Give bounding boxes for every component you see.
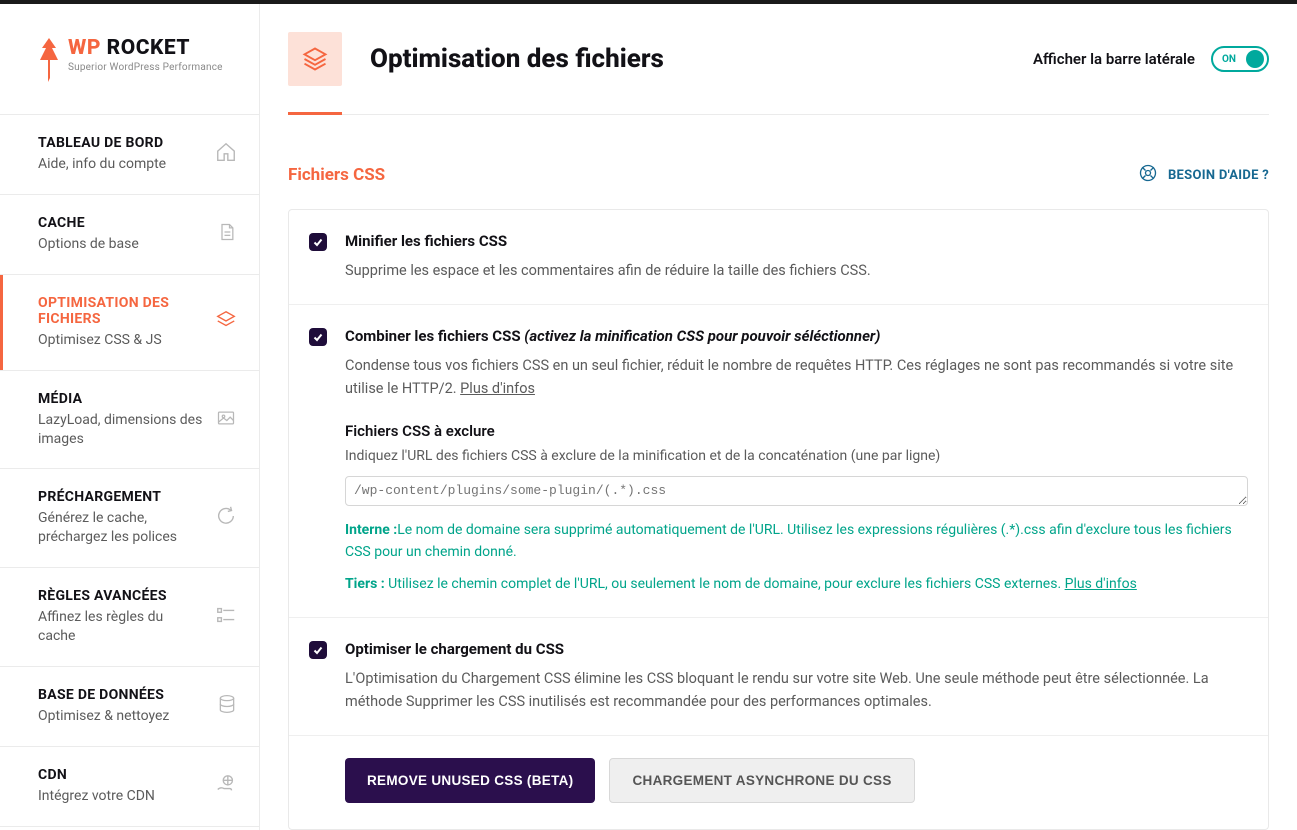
option-title: Minifier les fichiers CSS bbox=[345, 232, 1248, 250]
option-optimize-load-css: Optimiser le chargement du CSS L'Optimis… bbox=[289, 618, 1268, 736]
sidebar-item-title: CDN bbox=[38, 767, 203, 783]
sidebar-item-bdd[interactable]: BASE DE DONNÉES Optimisez & nettoyez bbox=[0, 666, 259, 746]
checkbox-optimize[interactable] bbox=[309, 641, 327, 659]
sidebar-item-title: OPTIMISATION DES FICHIERS bbox=[38, 295, 203, 327]
hint-tiers-label: Tiers : bbox=[345, 576, 388, 592]
layers-icon bbox=[215, 309, 237, 335]
home-icon bbox=[215, 141, 237, 167]
exclude-desc: Indiquez l'URL des fichiers CSS à exclur… bbox=[345, 448, 1248, 464]
sidebar-item-desc: Affinez les règles du cache bbox=[38, 608, 203, 646]
help-icon bbox=[1138, 163, 1158, 187]
option-combine-css: Combiner les fichiers CSS (activez la mi… bbox=[289, 305, 1268, 408]
checkbox-combine[interactable] bbox=[309, 328, 327, 346]
sidebar-item-title: PRÉCHARGEMENT bbox=[38, 489, 203, 505]
options-panel: Minifier les fichiers CSS Supprime les e… bbox=[288, 209, 1269, 830]
sidebar-item-media[interactable]: MÉDIA LazyLoad, dimensions des images bbox=[0, 370, 259, 469]
sidebar-item-desc: Options de base bbox=[38, 235, 205, 254]
main-content: Optimisation des fichiers Afficher la ba… bbox=[260, 4, 1297, 830]
sidebar-item-optimisation-fichiers[interactable]: OPTIMISATION DES FICHIERS Optimisez CSS … bbox=[0, 274, 259, 370]
sidebar-item-title: CACHE bbox=[38, 215, 205, 231]
help-label: BESOIN D'AIDE ? bbox=[1168, 168, 1269, 183]
sidebar-item-title: RÈGLES AVANCÉES bbox=[38, 588, 203, 604]
option-minify-css: Minifier les fichiers CSS Supprime les e… bbox=[289, 210, 1268, 305]
sidebar-item-title: TABLEAU DE BORD bbox=[38, 135, 203, 151]
sliders-icon bbox=[215, 604, 237, 630]
sidebar-item-desc: Générez le cache, préchargez les polices bbox=[38, 509, 203, 547]
logo: WP ROCKET Superior WordPress Performance bbox=[0, 4, 259, 114]
sidebar-item-desc: LazyLoad, dimensions des images bbox=[38, 411, 203, 449]
sidebar-item-desc: Aide, info du compte bbox=[38, 155, 203, 174]
option-desc: L'Optimisation du Chargement CSS élimine… bbox=[345, 668, 1248, 713]
header-layers-icon bbox=[288, 32, 342, 86]
option-title: Combiner les fichiers CSS bbox=[345, 327, 524, 345]
toggle-state: ON bbox=[1222, 54, 1236, 65]
globe-hand-icon bbox=[215, 773, 237, 799]
checkbox-minify[interactable] bbox=[309, 233, 327, 251]
hint-internal-text: Le nom de domaine sera supprimé automati… bbox=[345, 522, 1232, 560]
logo-icon bbox=[38, 38, 60, 86]
sidebar-item-prechargement[interactable]: PRÉCHARGEMENT Générez le cache, précharg… bbox=[0, 468, 259, 567]
sidebar-toggle-label: Afficher la barre latérale bbox=[1033, 50, 1195, 68]
sidebar-item-title: MÉDIA bbox=[38, 391, 203, 407]
sidebar-item-regles-avancees[interactable]: RÈGLES AVANCÉES Affinez les règles du ca… bbox=[0, 567, 259, 666]
sidebar-item-dashboard[interactable]: TABLEAU DE BORD Aide, info du compte bbox=[0, 114, 259, 194]
sidebar-item-desc: Optimisez CSS & JS bbox=[38, 331, 203, 350]
page-title: Optimisation des fichiers bbox=[370, 44, 664, 74]
nav: TABLEAU DE BORD Aide, info du compte CAC… bbox=[0, 114, 259, 827]
section-fichiers-css: Fichiers CSS BESOIN D'AIDE ? Minifier le… bbox=[288, 163, 1269, 830]
sidebar-item-cdn[interactable]: CDN Intégrez votre CDN bbox=[0, 746, 259, 827]
exclude-title: Fichiers CSS à exclure bbox=[345, 422, 1248, 440]
sidebar-item-desc: Optimisez & nettoyez bbox=[38, 707, 205, 726]
exclude-textarea[interactable] bbox=[345, 476, 1248, 506]
sidebar-item-cache[interactable]: CACHE Options de base bbox=[0, 194, 259, 274]
sidebar-toggle[interactable]: ON bbox=[1211, 46, 1269, 72]
css-load-method-buttons: REMOVE UNUSED CSS (BETA) CHARGEMENT ASYN… bbox=[289, 736, 1268, 829]
database-icon bbox=[217, 693, 237, 719]
section-title: Fichiers CSS bbox=[288, 165, 385, 185]
sidebar-item-title: BASE DE DONNÉES bbox=[38, 687, 205, 703]
option-title-note: (activez la minification CSS pour pouvoi… bbox=[524, 327, 880, 345]
logo-tagline: Superior WordPress Performance bbox=[68, 62, 223, 73]
toggle-knob bbox=[1246, 50, 1264, 68]
option-title: Optimiser le chargement du CSS bbox=[345, 640, 1248, 658]
sidebar: WP ROCKET Superior WordPress Performance… bbox=[0, 4, 260, 830]
page-header: Optimisation des fichiers Afficher la ba… bbox=[288, 32, 1269, 115]
image-icon bbox=[215, 408, 237, 432]
hint-tiers-text: Utilisez le chemin complet de l'URL, ou … bbox=[388, 576, 1064, 592]
help-link[interactable]: BESOIN D'AIDE ? bbox=[1138, 163, 1269, 187]
refresh-icon bbox=[215, 505, 237, 531]
hint-internal-label: Interne : bbox=[345, 522, 397, 538]
async-css-button[interactable]: CHARGEMENT ASYNCHRONE DU CSS bbox=[609, 758, 914, 803]
document-icon bbox=[217, 221, 237, 247]
sidebar-item-desc: Intégrez votre CDN bbox=[38, 787, 203, 806]
remove-unused-css-button[interactable]: REMOVE UNUSED CSS (BETA) bbox=[345, 758, 595, 803]
more-info-link[interactable]: Plus d'infos bbox=[460, 380, 535, 397]
exclude-block: Fichiers CSS à exclure Indiquez l'URL de… bbox=[289, 422, 1268, 618]
logo-brand-a: WP bbox=[68, 36, 101, 60]
option-desc: Supprime les espace et les commentaires … bbox=[345, 260, 1248, 282]
more-info-link[interactable]: Plus d'infos bbox=[1065, 576, 1137, 592]
logo-brand-b: ROCKET bbox=[101, 36, 190, 60]
